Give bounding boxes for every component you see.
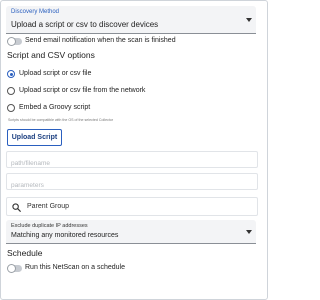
path-filename-field[interactable] [6, 151, 258, 171]
exclude-duplicates-value: Matching any monitored resources [11, 232, 119, 239]
radio-upload-file-label[interactable]: Upload script or csv file [19, 70, 91, 77]
schedule-toggle[interactable] [7, 263, 22, 273]
discovery-method-value: Upload a script or csv to discover devic… [11, 20, 159, 29]
radio-embed-groovy-label[interactable]: Embed a Groovy script [19, 104, 90, 111]
path-filename-input[interactable] [7, 156, 257, 171]
chevron-down-icon [246, 18, 252, 22]
parent-group-label: Parent Group [27, 203, 70, 210]
toggle-knob [7, 36, 16, 46]
schedule-toggle-label: Run this NetScan on a schedule [25, 264, 126, 271]
discovery-method-select[interactable]: Discovery Method Upload a script or csv … [6, 6, 256, 34]
email-notification-toggle[interactable] [7, 36, 22, 46]
parent-group-field[interactable]: Parent Group [6, 197, 258, 216]
exclude-duplicates-select[interactable]: Exclude duplicate IP addresses Matching … [6, 220, 256, 244]
schedule-title: Schedule [7, 248, 43, 258]
radio-upload-file[interactable] [7, 70, 15, 78]
exclude-duplicates-label: Exclude duplicate IP addresses [11, 223, 88, 229]
search-icon [12, 203, 21, 212]
parameters-input[interactable] [7, 178, 257, 193]
radio-upload-from-network[interactable] [7, 87, 15, 95]
script-options-title: Script and CSV options [7, 50, 95, 60]
radio-embed-groovy[interactable] [7, 104, 15, 112]
chevron-down-icon [246, 230, 252, 234]
script-compatibility-hint: Scripts should be compatible with the OS… [8, 118, 114, 122]
parameters-field[interactable] [6, 173, 258, 193]
toggle-knob [7, 263, 16, 273]
email-notification-label: Send email notification when the scan is… [25, 37, 176, 44]
netscan-form-panel: Discovery Method Upload a script or csv … [0, 0, 268, 300]
upload-script-button[interactable]: Upload Script [7, 129, 62, 146]
discovery-method-label: Discovery Method [11, 9, 60, 15]
radio-upload-from-network-label[interactable]: Upload script or csv file from the netwo… [19, 87, 145, 94]
